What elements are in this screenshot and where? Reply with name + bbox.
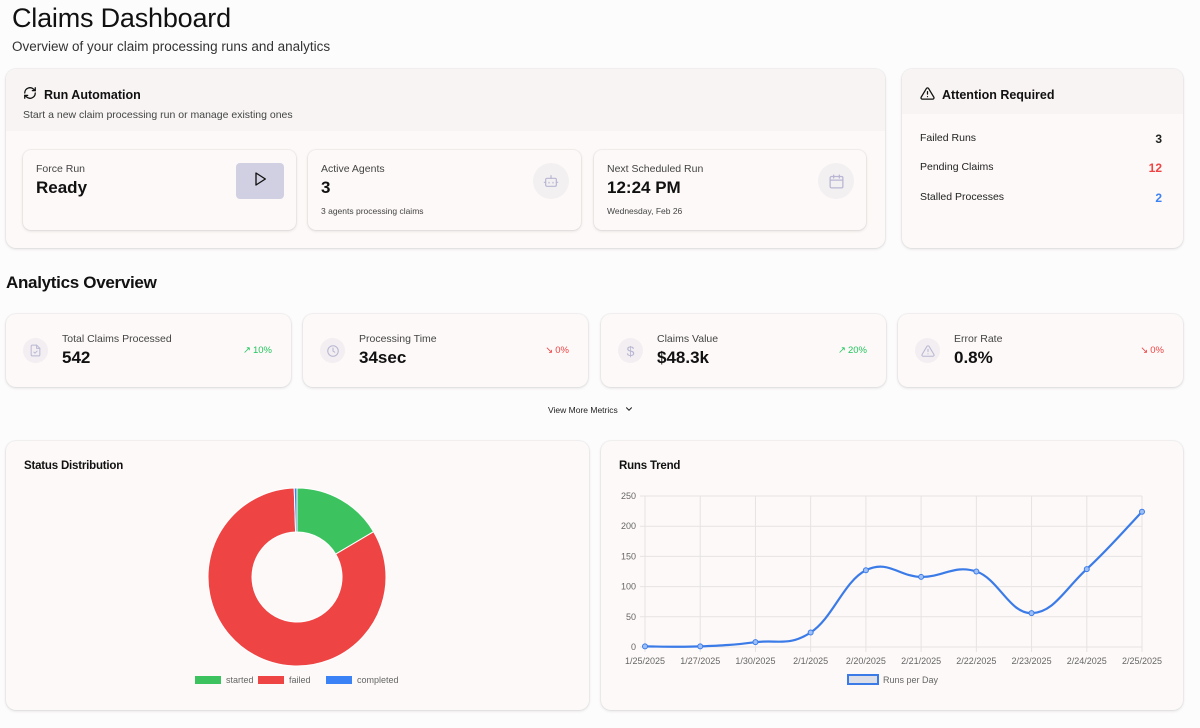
analytics-title: Analytics Overview xyxy=(6,273,157,292)
attention-value: 2 xyxy=(1155,191,1162,205)
attention-label: Stalled Processes xyxy=(920,191,1005,203)
page-title: Claims Dashboard xyxy=(12,3,231,33)
metric-label: Total Claims Processed xyxy=(62,333,172,345)
attention-header: Attention Required xyxy=(902,69,1183,114)
line-chart: 0 50 100 150 200 250 1/25/2025 1/27/2025 1/30/20… xyxy=(621,491,1162,685)
x-tick-label: 1/27/2025 xyxy=(680,656,720,666)
x-tick-label: 2/24/2025 xyxy=(1067,656,1107,666)
legend-swatch-runs-per-day xyxy=(847,674,879,685)
play-icon xyxy=(252,171,268,192)
data-point-1/25/2025[interactable] xyxy=(642,643,648,650)
data-point-1/27/2025[interactable] xyxy=(697,643,704,650)
x-tick-label: 1/25/2025 xyxy=(625,656,665,666)
legend-label-failed[interactable]: failed xyxy=(289,675,311,685)
attention-title: Attention Required xyxy=(942,88,1055,102)
trend-up-icon: ↗ xyxy=(838,345,846,356)
attention-value: 12 xyxy=(1148,161,1162,175)
series-line-runs-per-day xyxy=(644,510,1143,648)
donut-chart: started failed completed xyxy=(195,487,399,685)
legend-label-completed[interactable]: completed xyxy=(357,675,399,685)
metric-label: Processing Time xyxy=(359,333,437,345)
attention-card: Attention Required Failed Runs 3 Pending… xyxy=(902,69,1183,248)
force-run-card: Force Run Ready xyxy=(23,150,296,230)
x-tick-label: 2/22/2025 xyxy=(956,656,996,666)
x-tick-label: 2/20/2025 xyxy=(846,656,886,666)
data-point-2/1/2025[interactable] xyxy=(807,629,814,636)
attention-row-stalled-processes[interactable]: Stalled Processes 2 xyxy=(920,191,1162,205)
calendar-icon xyxy=(818,163,854,199)
y-tick-label: 200 xyxy=(621,521,636,531)
chevron-down-icon xyxy=(624,404,634,416)
legend-swatch-started xyxy=(195,676,221,684)
x-tick-label: 1/30/2025 xyxy=(735,656,775,666)
next-run-card: Next Scheduled Run 12:24 PM Wednesday, F… xyxy=(594,150,866,230)
bot-icon xyxy=(533,163,569,199)
metric-card-processing-time: Processing Time 34sec ↘ 0% xyxy=(303,314,588,387)
trend-up-icon: ↗ xyxy=(243,345,251,356)
metric-value: 542 xyxy=(62,348,91,367)
view-more-metrics-button[interactable]: View More Metrics xyxy=(548,404,634,416)
view-more-label: View More Metrics xyxy=(548,405,618,415)
data-point-2/21/2025[interactable] xyxy=(918,573,925,580)
metric-change: ↗ 10% xyxy=(243,345,272,356)
run-automation-subtitle: Start a new claim processing run or mana… xyxy=(23,109,293,121)
data-point-2/20/2025[interactable] xyxy=(862,567,869,574)
clock-icon xyxy=(320,338,345,363)
attention-label: Pending Claims xyxy=(920,161,994,173)
y-tick-label: 150 xyxy=(621,551,636,561)
active-agents-card: Active Agents 3 3 agents processing clai… xyxy=(308,150,581,230)
status-distribution-card: Status Distribution started failed complet… xyxy=(6,441,589,710)
data-point-2/22/2025[interactable] xyxy=(973,568,980,575)
warning-icon xyxy=(915,338,940,363)
next-run-date: Wednesday, Feb 26 xyxy=(607,206,683,216)
data-point-1/30/2025[interactable] xyxy=(752,639,759,646)
refresh-icon xyxy=(23,86,37,103)
x-tick-label: 2/23/2025 xyxy=(1012,656,1052,666)
y-tick-label: 250 xyxy=(621,491,636,501)
metric-value: 0.8% xyxy=(954,348,993,367)
metric-card-error-rate: Error Rate 0.8% ↘ 0% xyxy=(898,314,1183,387)
metric-label: Error Rate xyxy=(954,333,1003,345)
runs-trend-card: Runs Trend 0 50 100 150 200 250 1/25/2025 1/27/… xyxy=(601,441,1183,710)
metric-value: 34sec xyxy=(359,348,407,367)
data-point-2/24/2025[interactable] xyxy=(1083,566,1090,573)
x-tick-label: 2/21/2025 xyxy=(901,656,941,666)
metric-label: Claims Value xyxy=(657,333,719,345)
run-automation-header: Run Automation Start a new claim process… xyxy=(6,69,885,131)
metric-change: ↘ 0% xyxy=(545,345,569,356)
metric-change: ↗ 20% xyxy=(838,345,867,356)
data-point-2/25/2025[interactable] xyxy=(1139,508,1145,515)
y-tick-label: 0 xyxy=(631,642,636,652)
metric-card-claims-value: $ Claims Value $48.3k ↗ 20% xyxy=(601,314,886,387)
dollar-icon: $ xyxy=(618,338,643,363)
legend-label-runs-per-day[interactable]: Runs per Day xyxy=(883,675,939,685)
legend-swatch-failed xyxy=(258,676,284,684)
x-tick-label: 2/25/2025 xyxy=(1122,656,1162,666)
y-tick-label: 50 xyxy=(626,612,636,622)
legend-label-started[interactable]: started xyxy=(226,675,254,685)
warning-icon xyxy=(920,86,935,104)
trend-down-icon: ↘ xyxy=(1140,345,1149,356)
attention-label: Failed Runs xyxy=(920,132,977,144)
page-subtitle: Overview of your claim processing runs a… xyxy=(12,39,331,54)
trend-down-icon: ↘ xyxy=(545,345,554,356)
attention-row-failed-runs[interactable]: Failed Runs 3 xyxy=(920,132,1162,146)
run-automation-card: Run Automation Start a new claim process… xyxy=(6,69,885,248)
attention-row-pending-claims[interactable]: Pending Claims 12 xyxy=(920,161,1162,175)
data-point-2/23/2025[interactable] xyxy=(1028,610,1035,617)
run-automation-title: Run Automation xyxy=(44,87,141,102)
metric-card-total-claims: Total Claims Processed 542 ↗ 10% xyxy=(6,314,291,387)
metric-change: ↘ 0% xyxy=(1140,345,1164,356)
force-run-button[interactable] xyxy=(236,163,284,199)
legend-swatch-completed xyxy=(326,676,352,684)
active-agents-sub: 3 agents processing claims xyxy=(321,206,424,216)
x-tick-label: 2/1/2025 xyxy=(793,656,828,666)
y-tick-label: 100 xyxy=(621,582,636,592)
file-check-icon xyxy=(23,338,48,363)
attention-value: 3 xyxy=(1155,132,1162,146)
metric-value: $48.3k xyxy=(657,348,709,367)
